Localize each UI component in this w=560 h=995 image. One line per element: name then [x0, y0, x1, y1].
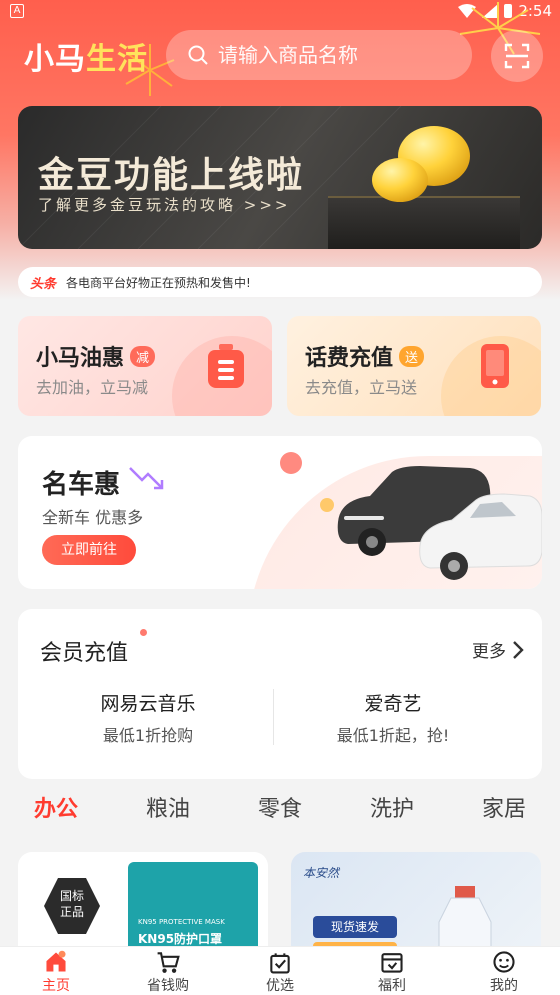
tab-save-money[interactable]: 省钱购: [112, 947, 224, 995]
car-title: 名车惠: [42, 470, 121, 500]
car-subtitle: 全新车 优惠多: [42, 508, 144, 527]
banner-title: 金豆功能上线啦: [38, 155, 305, 196]
scan-button[interactable]: [491, 30, 543, 82]
card-badge: 减: [130, 345, 156, 367]
search-input[interactable]: [218, 43, 438, 67]
card-description: 去加油，立马减: [36, 378, 149, 397]
member-item-netease[interactable]: 网易云音乐 最低1折抢购: [18, 689, 278, 746]
badge-line: 国标: [59, 889, 84, 903]
card-title: 小马油惠 减: [36, 340, 156, 372]
banner-subtitle: 了解更多金豆玩法的攻略 >>>: [38, 196, 291, 214]
category-tab-office[interactable]: 办公: [0, 792, 112, 832]
profile-icon: [493, 951, 515, 973]
go-now-button[interactable]: 立即前往: [42, 535, 136, 565]
member-item-name: 爱奇艺: [364, 693, 422, 715]
package-name: KN95防护口罩: [138, 932, 223, 946]
tab-profile[interactable]: 我的: [448, 947, 560, 995]
fuel-can-icon: [208, 344, 244, 388]
tab-label: 优选: [266, 978, 294, 994]
tab-home[interactable]: 主页: [0, 947, 112, 995]
member-item-desc: 最低1折抢购: [102, 726, 194, 745]
card-badge: 送: [399, 345, 425, 367]
news-ticker[interactable]: 头条 各电商平台好物正在预热和发售中!: [18, 267, 542, 297]
member-item-iqiyi[interactable]: 爱奇艺 最低1折起，抢!: [263, 689, 523, 746]
down-trend-icon: [129, 467, 164, 490]
more-link[interactable]: 更多: [472, 637, 524, 662]
decoration-dot: [280, 452, 302, 474]
badge-line: 正品: [59, 905, 84, 919]
logo-accent-text: 生活: [86, 42, 148, 77]
search-bar[interactable]: [166, 30, 472, 80]
gold-bean-icon: [372, 126, 470, 202]
bottom-tab-bar: 主页 省钱购 优选 福利 我的: [0, 946, 560, 995]
logo-main-text: 小马: [24, 42, 86, 77]
category-tabs: 办公 粮油 零食 洗护 家居: [0, 792, 560, 832]
news-text: 各电商平台好物正在预热和发售中!: [66, 275, 251, 290]
stock-tag: 现货速发: [313, 916, 397, 938]
oil-discount-card[interactable]: 小马油惠 减 去加油，立马减: [18, 316, 272, 416]
tab-welfare[interactable]: 福利: [336, 947, 448, 995]
member-title: 会员充值: [40, 641, 129, 666]
decoration-dot: [140, 629, 147, 636]
phone-recharge-card[interactable]: 话费充值 送 去充值，立马送: [287, 316, 541, 416]
member-item-name: 网易云音乐: [100, 693, 196, 715]
tab-label: 我的: [490, 978, 518, 994]
category-tab-home[interactable]: 家居: [448, 792, 560, 832]
tab-label: 福利: [378, 978, 406, 994]
home-icon: [46, 950, 66, 972]
member-item-desc: 最低1折起，抢!: [336, 726, 450, 745]
card-title-text: 话费充值: [305, 346, 394, 371]
card-title-text: 小马油惠: [36, 346, 125, 371]
tab-label: 主页: [42, 978, 70, 994]
tab-selected[interactable]: 优选: [224, 947, 336, 995]
bag-icon: [270, 953, 290, 974]
chevron-right-icon: [513, 640, 524, 659]
news-tag: 头条: [30, 276, 57, 292]
card-title: 话费充值 送: [305, 340, 425, 372]
category-tab-grain-oil[interactable]: 粮油: [112, 792, 224, 832]
promo-banner[interactable]: 金豆功能上线啦 了解更多金豆玩法的攻略 >>>: [18, 106, 542, 249]
gift-icon: [381, 953, 403, 973]
app-logo: 小马生活: [24, 34, 148, 78]
cart-icon: [157, 952, 180, 973]
scan-icon: [504, 43, 530, 69]
phone-icon: [481, 344, 509, 388]
car-promo-card[interactable]: 名车惠 全新车 优惠多 立即前往: [18, 436, 542, 589]
certified-badge: 国标 正品: [44, 878, 100, 934]
member-recharge-section: 会员充值 更多 网易云音乐 最低1折抢购 爱奇艺 最低1折起，抢!: [18, 609, 542, 779]
brand-label: 本安然: [303, 866, 340, 880]
category-tab-toiletries[interactable]: 洗护: [336, 792, 448, 832]
search-icon: [188, 45, 208, 65]
notification-icon: A: [10, 4, 24, 18]
tab-label: 省钱购: [147, 978, 189, 994]
card-description: 去充值，立马送: [305, 378, 418, 397]
category-tab-snacks[interactable]: 零食: [224, 792, 336, 832]
more-label: 更多: [472, 642, 506, 662]
car-image: [337, 466, 542, 580]
package-brand: KN95 PROTECTIVE MASK: [138, 918, 225, 926]
